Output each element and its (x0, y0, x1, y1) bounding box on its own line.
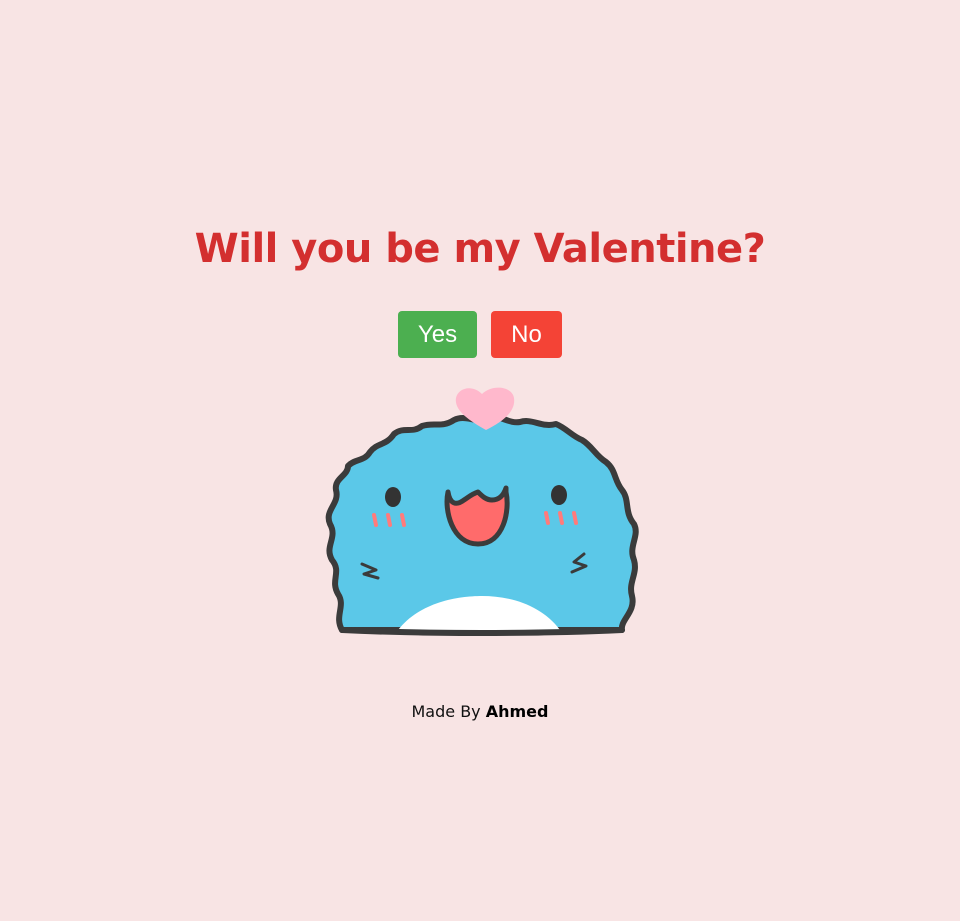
page: Will you be my Valentine? Yes No Made By… (0, 0, 960, 921)
footer-author: Ahmed (485, 702, 549, 721)
no-button[interactable]: No (491, 311, 562, 358)
left-eye (385, 487, 401, 507)
yes-button[interactable]: Yes (398, 311, 477, 358)
answer-buttons: Yes No (0, 311, 960, 358)
valentine-question: Will you be my Valentine? (194, 226, 766, 272)
mascot-image (325, 387, 639, 636)
right-eye (551, 485, 567, 505)
footer-credit: Made By Ahmed (0, 702, 960, 721)
footer-prefix: Made By (411, 702, 481, 721)
